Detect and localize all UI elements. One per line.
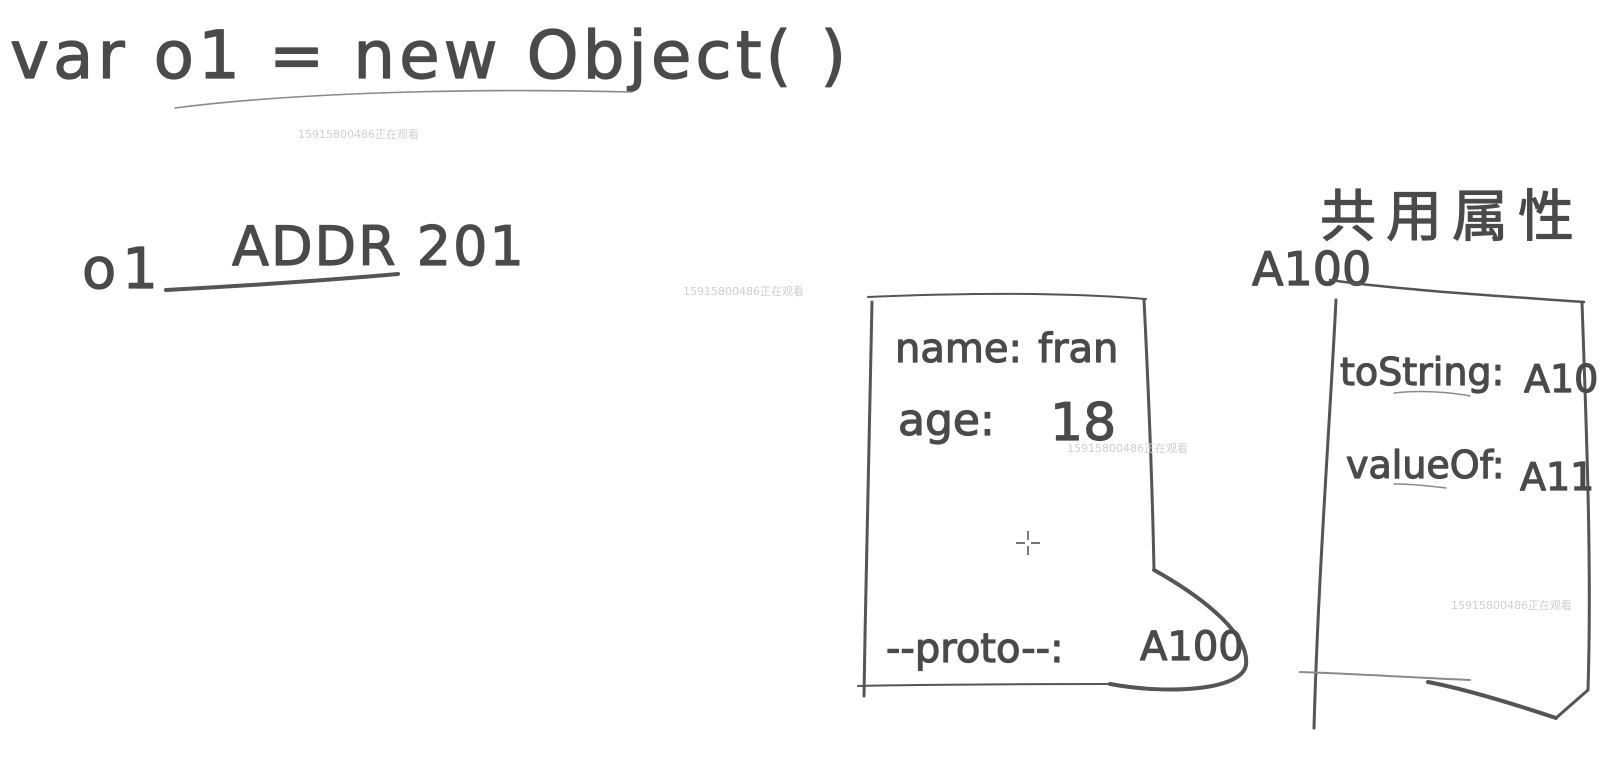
watermark-2: 15915800486正在观看 bbox=[683, 284, 804, 298]
code-line-text: var o1 = new Object( ) bbox=[10, 17, 850, 94]
prototype-box-left bbox=[1312, 298, 1338, 730]
watermark-3: 15915800486正在观看 bbox=[1067, 441, 1188, 455]
reference-variable: o1 bbox=[82, 237, 164, 302]
prototype-address: A100 bbox=[1252, 242, 1371, 296]
prototype-field-key-1: valueOf: bbox=[1346, 443, 1505, 487]
watermark-4: 15915800486正在观看 bbox=[1451, 598, 1572, 612]
watermark-1: 15915800486正在观看 bbox=[298, 127, 419, 141]
reference-address: ADDR 201 bbox=[232, 215, 526, 278]
prototype-field-key-0: toString: bbox=[1340, 350, 1504, 394]
prototype-field-value-1: A11 bbox=[1520, 455, 1594, 499]
instance-proto-value: A100 bbox=[1140, 624, 1244, 670]
instance-box-top bbox=[867, 292, 1147, 300]
prototype-object-box bbox=[1299, 278, 1591, 730]
instance-field-key-0: name: bbox=[895, 326, 1022, 372]
crosshair-cursor-icon bbox=[1016, 531, 1040, 555]
prototype-field-value-0: A10 bbox=[1524, 357, 1598, 401]
instance-box-left bbox=[862, 300, 874, 698]
prototype-box-bottom-line bbox=[1299, 671, 1471, 681]
prototype-title: 共用属性 bbox=[1320, 185, 1584, 250]
instance-box-bottom bbox=[857, 683, 1111, 687]
instance-proto-label: --proto--: bbox=[886, 626, 1064, 672]
whiteboard-canvas: var o1 = new Object( ) o1 ADDR 201 name:… bbox=[9, 16, 1599, 730]
instance-field-key-1: age: bbox=[898, 395, 995, 446]
instance-field-value-0: fran bbox=[1038, 326, 1118, 372]
instance-box-right bbox=[1142, 298, 1156, 572]
prototype-box-bottom bbox=[1426, 680, 1558, 720]
